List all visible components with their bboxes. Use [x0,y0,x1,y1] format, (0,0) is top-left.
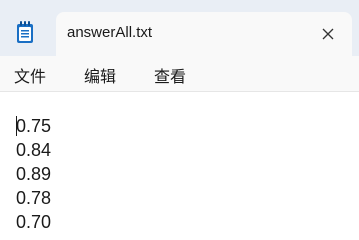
close-icon[interactable] [318,24,338,44]
text-line: 0.89 [16,164,52,184]
text-line: 0.75 [16,116,52,136]
text-line: 0.84 [16,140,52,160]
text-line: 0.78 [16,188,52,208]
tab-title: answerAll.txt [67,24,153,41]
menu-file[interactable]: 文件 [14,63,46,87]
text-editor[interactable]: 0.75 0.84 0.89 0.78 0.70 [0,92,359,238]
tab-answerall[interactable]: answerAll.txt [56,12,352,56]
text-line: 0.70 [16,212,52,232]
menu-edit[interactable]: 编辑 [84,63,116,87]
notepad-icon [14,20,36,44]
title-bar: answerAll.txt [0,0,359,56]
menu-view[interactable]: 查看 [154,63,186,87]
menu-bar: 文件 编辑 查看 [0,56,359,92]
